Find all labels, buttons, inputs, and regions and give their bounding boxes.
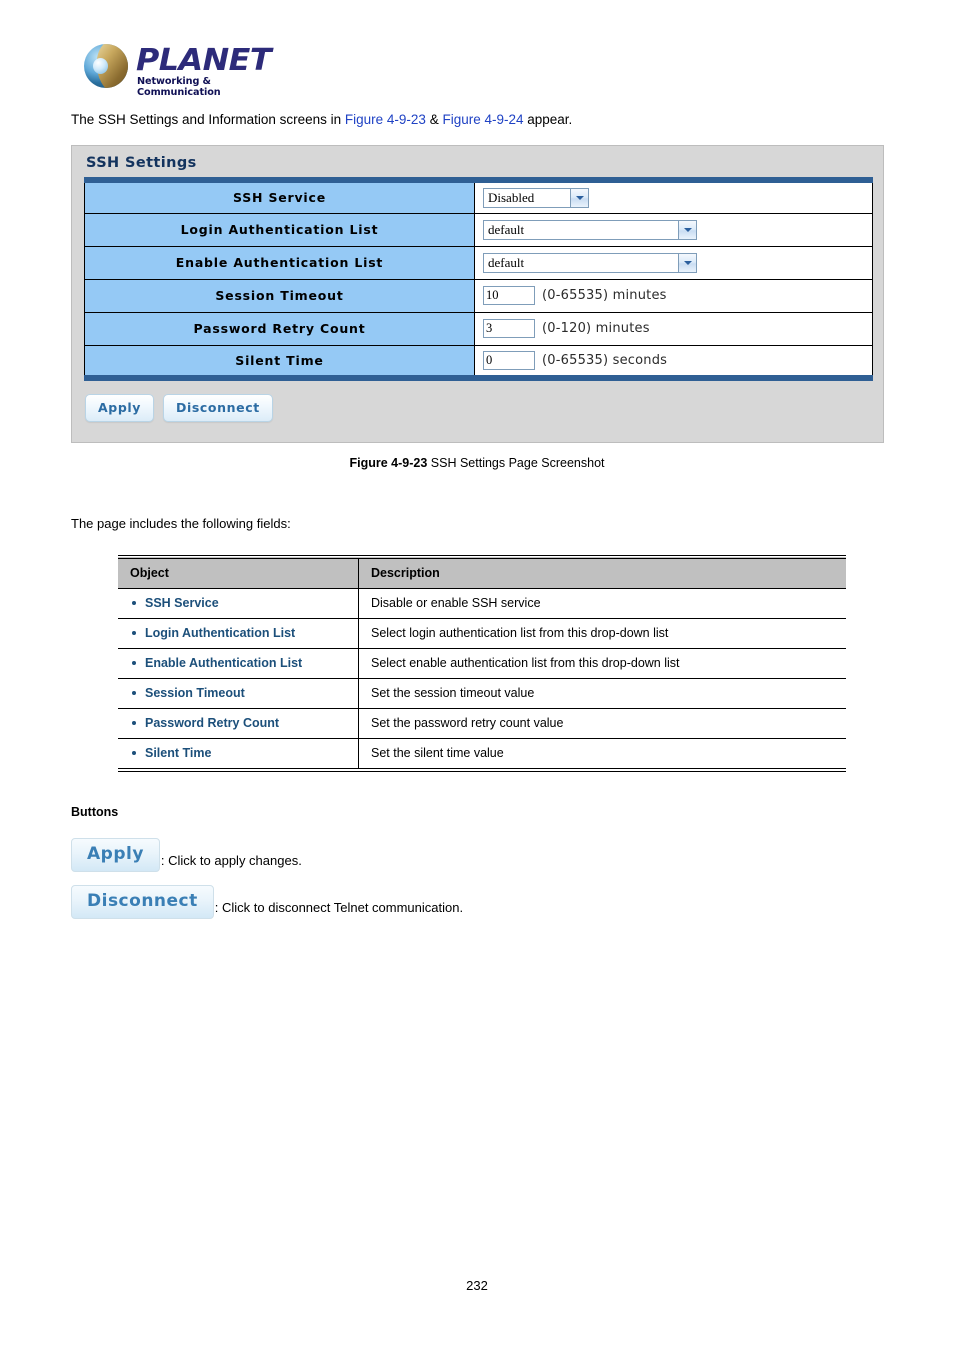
column-header-object: Object — [118, 557, 359, 589]
object-cell: Password Retry Count — [118, 708, 359, 739]
apply-button-description: : Click to apply changes. — [160, 853, 302, 868]
row-value-login-auth-list: default — [474, 212, 873, 247]
row-value-silent-time: (0-65535) seconds — [474, 344, 873, 379]
object-label: Session Timeout — [145, 686, 245, 700]
table-row: Password Retry Count Set the password re… — [118, 708, 846, 739]
object-label: Login Authentication List — [145, 626, 296, 640]
description-cell: Set the password retry count value — [358, 708, 846, 739]
table-header-row: Object Description — [118, 557, 846, 589]
planet-globe-icon — [84, 44, 128, 88]
intro-text-after: appear. — [523, 112, 573, 127]
ssh-settings-panel: SSH Settings SSH Service Disabled Login … — [71, 145, 884, 443]
intro-text-before: The SSH Settings and Information screens… — [71, 112, 345, 127]
table-row: Login Authentication List default — [84, 212, 873, 247]
disconnect-button-description: : Click to disconnect Telnet communicati… — [214, 900, 464, 915]
row-value-session-timeout: (0-65535) minutes — [474, 278, 873, 313]
row-value-enable-auth-list: default — [474, 245, 873, 280]
description-cell: Set the silent time value — [371, 746, 504, 760]
object-label: Enable Authentication List — [145, 656, 303, 670]
page-number: 232 — [466, 1278, 488, 1293]
row-label-ssh-service: SSH Service — [84, 179, 475, 214]
table-row: SSH Service Disable or enable SSH servic… — [118, 588, 846, 619]
table-row: Silent Time (0-65535) seconds — [84, 344, 873, 379]
row-value-ssh-service: Disabled — [474, 179, 873, 214]
bullet-icon — [132, 720, 136, 725]
object-description-table: Object Description SSH Service Disable o… — [118, 555, 846, 772]
fields-intro-text: The page includes the following fields: — [71, 516, 291, 531]
disconnect-button[interactable]: Disconnect — [163, 394, 273, 422]
ssh-service-select[interactable]: Disabled — [483, 187, 589, 208]
bullet-icon — [132, 660, 136, 665]
disconnect-button-illustration[interactable]: Disconnect — [71, 885, 214, 919]
bullet-icon — [132, 600, 136, 605]
session-timeout-hint: (0-65535) minutes — [542, 288, 667, 303]
enable-authentication-list-value: default — [488, 254, 525, 270]
bullet-icon — [132, 690, 136, 695]
object-label: SSH Service — [145, 596, 219, 610]
object-label: Password Retry Count — [145, 716, 280, 730]
chevron-down-icon[interactable] — [678, 220, 696, 239]
row-label-login-auth-list: Login Authentication List — [84, 212, 475, 247]
table-row: SSH Service Disabled — [84, 179, 873, 214]
table-row: Password Retry Count (0-120) minutes — [84, 311, 873, 346]
table-row: Session Timeout (0-65535) minutes — [84, 278, 873, 313]
object-cell: Silent Time — [118, 738, 359, 770]
button-doc-row-disconnect: Disconnect : Click to disconnect Telnet … — [71, 885, 463, 919]
figure-link-2[interactable]: Figure 4-9-24 — [442, 112, 523, 127]
table-row: Login Authentication List Select login a… — [118, 618, 846, 649]
silent-time-hint: (0-65535) seconds — [542, 352, 668, 368]
chevron-down-icon[interactable] — [570, 188, 588, 207]
login-authentication-list-select[interactable]: default — [483, 219, 697, 240]
table-row: Session Timeout Set the session timeout … — [118, 678, 846, 709]
description-cell: Set the session timeout value — [358, 678, 846, 709]
apply-button[interactable]: Apply — [85, 394, 155, 422]
figure-caption: Figure 4-9-23 SSH Settings Page Screensh… — [0, 456, 954, 470]
button-doc-row-apply: Apply : Click to apply changes. — [71, 838, 302, 872]
column-header-description: Description — [358, 557, 846, 589]
table-row: Enable Authentication List default — [84, 245, 873, 280]
password-retry-count-input[interactable] — [483, 319, 535, 338]
password-retry-count-hint: (0-120) minutes — [542, 321, 650, 336]
bullet-icon — [132, 630, 136, 635]
row-label-silent-time: Silent Time — [84, 344, 475, 379]
bullet-icon — [132, 750, 136, 755]
brand-name: PLANET — [136, 43, 272, 78]
object-cell: Enable Authentication List — [118, 648, 359, 679]
row-label-password-retry-count: Password Retry Count — [84, 311, 475, 346]
ssh-service-select-value: Disabled — [488, 189, 535, 205]
row-label-enable-auth-list: Enable Authentication List — [84, 245, 475, 280]
planet-logo: PLANET Networking & Communication — [84, 42, 272, 98]
object-cell: Login Authentication List — [118, 618, 359, 649]
table-row: Silent Time Set the silent time value — [118, 738, 846, 770]
description-cell: Select enable authentication list from t… — [358, 648, 846, 679]
intro-paragraph: The SSH Settings and Information screens… — [71, 112, 572, 127]
row-value-password-retry-count: (0-120) minutes — [474, 311, 873, 346]
object-cell: SSH Service — [118, 588, 359, 619]
intro-separator: & — [425, 112, 443, 127]
object-label: Silent Time — [145, 746, 212, 760]
enable-authentication-list-select[interactable]: default — [483, 252, 697, 273]
row-label-session-timeout: Session Timeout — [84, 278, 475, 313]
figure-link-1[interactable]: Figure 4-9-23 — [345, 112, 426, 127]
description-cell: Disable or enable SSH service — [358, 588, 846, 619]
object-cell: Session Timeout — [118, 678, 359, 709]
panel-button-bar: Apply Disconnect — [85, 394, 273, 422]
panel-title: SSH Settings — [86, 155, 197, 171]
buttons-section-heading: Buttons — [71, 805, 119, 819]
brand-tagline: Networking & Communication — [137, 76, 221, 98]
figure-caption-text: SSH Settings Page Screenshot — [427, 456, 605, 470]
chevron-down-icon[interactable] — [678, 253, 696, 272]
description-cell: Select login authentication list from th… — [358, 618, 846, 649]
ssh-settings-table: SSH Service Disabled Login Authenticatio… — [84, 177, 873, 381]
silent-time-input[interactable] — [483, 350, 535, 370]
login-authentication-list-value: default — [488, 221, 525, 237]
table-row: Enable Authentication List Select enable… — [118, 648, 846, 679]
figure-caption-label: Figure 4-9-23 — [349, 456, 428, 470]
session-timeout-input[interactable] — [483, 286, 535, 305]
apply-button-illustration[interactable]: Apply — [71, 838, 160, 872]
